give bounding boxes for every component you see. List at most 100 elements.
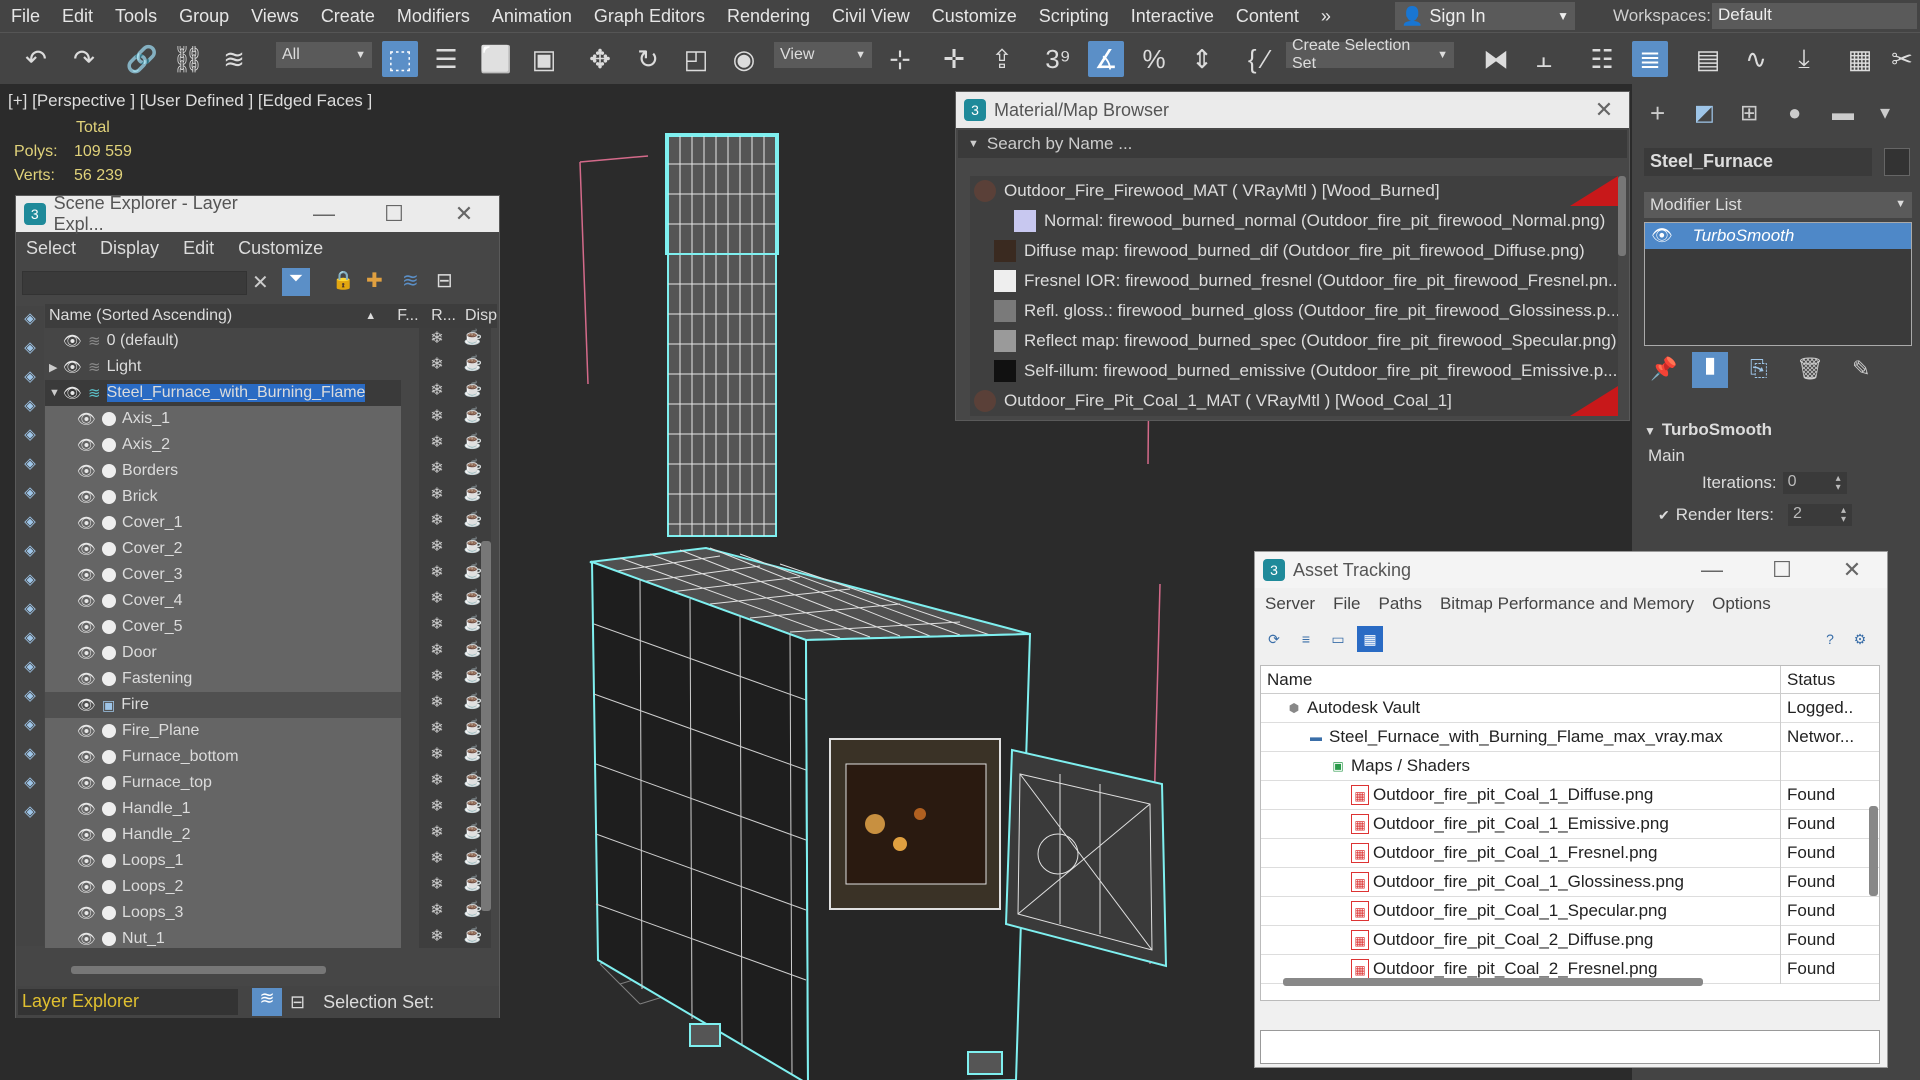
motion-tab-icon[interactable]: ● (1788, 100, 1801, 126)
material-browser-titlebar[interactable]: 3 Material/Map Browser ✕ (956, 92, 1629, 128)
helper-filter-icon[interactable]: ◈ (18, 425, 42, 451)
freeze-toggle-icon[interactable]: ❄ (419, 406, 455, 432)
rotate-icon[interactable]: ↻ (630, 41, 666, 77)
freeze-toggle-icon[interactable]: ❄ (419, 874, 455, 900)
close-icon[interactable]: ✕ (1579, 97, 1629, 123)
render-toggle-icon[interactable]: ☕ (455, 432, 491, 458)
select-object-icon[interactable]: ⬚ (382, 41, 418, 77)
lock-icon[interactable]: 🔒 (332, 270, 354, 291)
snaps-toggle-icon[interactable]: 3⁹ (1040, 41, 1076, 77)
edit-named-selection-icon[interactable]: { ⁄ (1240, 41, 1276, 77)
menu-more-icon[interactable]: » (1310, 6, 1342, 27)
asset-menu-paths[interactable]: Paths (1378, 594, 1421, 614)
freeze-toggle-icon[interactable]: ❄ (419, 484, 455, 510)
render-iters-checkbox[interactable]: ✔ (1658, 507, 1670, 524)
object-name-field[interactable]: Steel_Furnace (1644, 148, 1872, 176)
table-row[interactable]: ▦ Outdoor_fire_pit_Coal_1_Diffuse.png Foun… (1261, 780, 1879, 810)
geometry-filter-icon[interactable]: ◈ (18, 338, 42, 364)
table-row[interactable]: 👁 Axis_1 ❄ ☕ (45, 406, 497, 432)
rectangular-selection-icon[interactable]: ⬜ (478, 41, 514, 77)
menu-modifiers[interactable]: Modifiers (386, 6, 481, 27)
pivot-center-icon[interactable]: ⊹ (882, 41, 918, 77)
scene-explorer-hscrollbar[interactable] (71, 966, 326, 974)
funnel-icon[interactable]: ◈ (18, 744, 42, 770)
eye-icon[interactable]: 👁 (77, 800, 96, 818)
bone-filter-icon[interactable]: ◈ (18, 541, 42, 567)
selection-filter-dropdown[interactable]: All ▼ (276, 42, 372, 68)
viewport-label[interactable]: [+] [Perspective ] [User Defined ] [Edge… (8, 91, 372, 111)
select-manipulate-icon[interactable]: ✛ (936, 41, 972, 77)
menu-civil-view[interactable]: Civil View (821, 6, 921, 27)
table-row[interactable]: 👁 ▣ Fire ❄ ☕ (45, 692, 497, 718)
thumbnail-view-icon[interactable]: ▭ (1325, 626, 1351, 652)
refresh-icon[interactable]: ⟳ (1261, 626, 1287, 652)
eye-icon[interactable]: 👁 (77, 748, 96, 766)
group-filter-icon[interactable]: ◈ (18, 483, 42, 509)
freeze-toggle-icon[interactable]: ❄ (419, 328, 455, 354)
maximize-icon[interactable]: ☐ (359, 201, 429, 227)
table-row[interactable]: ▬ Steel_Furnace_with_Burning_Flame_max_vr… (1261, 722, 1879, 752)
angle-snap-icon[interactable]: ∡ (1088, 41, 1124, 77)
eye-icon[interactable]: 👁 (77, 852, 96, 870)
freeze-toggle-icon[interactable]: ❄ (419, 770, 455, 796)
toggle-ribbon-icon[interactable]: ▤ (1690, 41, 1726, 77)
menu-rendering[interactable]: Rendering (716, 6, 821, 27)
table-row[interactable]: 👁 Furnace_bottom ❄ ☕ (45, 744, 497, 770)
scene-explorer-titlebar[interactable]: 3 Scene Explorer - Layer Expl... — ☐ ✕ (16, 193, 499, 234)
nest-layer-icon[interactable]: ⊟ (436, 268, 453, 293)
collapse-arrow-icon[interactable]: ▶ (49, 361, 63, 374)
workspaces-dropdown[interactable]: Default (1712, 3, 1917, 29)
material-list-scrollbar[interactable] (1618, 176, 1626, 256)
grid-icon[interactable]: ◈ (18, 802, 42, 828)
material-row[interactable]: Self-illum: firewood_burned_emissive (Ou… (970, 356, 1618, 386)
table-row[interactable]: 👁 Loops_3 ❄ ☕ (45, 900, 497, 926)
freeze-toggle-icon[interactable]: ❄ (419, 380, 455, 406)
close-icon[interactable]: ✕ (1817, 557, 1887, 583)
table-row[interactable]: 👁 ≋ 0 (default) ❄ ☕ (45, 328, 497, 354)
menu-customize[interactable]: Customize (921, 6, 1028, 27)
curve-editor-icon[interactable]: ∿ (1738, 41, 1774, 77)
render-toggle-icon[interactable]: ☕ (455, 406, 491, 432)
freeze-toggle-icon[interactable]: ❄ (419, 692, 455, 718)
freeze-toggle-icon[interactable]: ❄ (419, 796, 455, 822)
eye-icon[interactable]: 👁 (63, 332, 82, 350)
table-row[interactable]: ▦ Outdoor_fire_pit_Coal_1_Fresnel.png Foun… (1261, 838, 1879, 868)
selection-set-toggle-icon[interactable]: ⊟ (290, 992, 305, 1013)
eye-icon[interactable]: 👁 (77, 540, 96, 558)
menu-graph-editors[interactable]: Graph Editors (583, 6, 716, 27)
table-row[interactable]: 👁 Cover_5 ❄ ☕ (45, 614, 497, 640)
eye-icon[interactable]: 👁 (77, 774, 96, 792)
menu-content[interactable]: Content (1225, 6, 1310, 27)
asset-tracking-titlebar[interactable]: 3 Asset Tracking — ☐ ✕ (1255, 552, 1887, 588)
window-crossing-icon[interactable]: ▣ (526, 41, 562, 77)
eye-icon[interactable]: 👁 (77, 488, 96, 506)
eye-icon[interactable]: 👁 (77, 436, 96, 454)
material-search-field[interactable]: ▼ Search by Name ... (958, 130, 1627, 158)
iterations-spinner[interactable]: 0 (1782, 472, 1847, 494)
table-row[interactable]: ▼ 👁 ≋ Steel_Furnace_with_Burning_Flame ❄ ☕ (45, 380, 497, 406)
rollout-title[interactable]: TurboSmooth (1662, 420, 1772, 439)
menu-tools[interactable]: Tools (104, 6, 168, 27)
se-menu-edit[interactable]: Edit (183, 238, 214, 259)
table-view-icon[interactable]: ▦ (1357, 626, 1383, 652)
make-unique-icon[interactable]: ⎘ (1750, 356, 1768, 382)
hierarchy-tab-icon[interactable]: ⊞ (1740, 100, 1758, 126)
frozen-filter-icon[interactable]: ◈ (18, 599, 42, 625)
freeze-toggle-icon[interactable]: ❄ (419, 458, 455, 484)
show-end-result-icon[interactable]: ▮ (1692, 352, 1728, 388)
scale-icon[interactable]: ◰ (678, 41, 714, 77)
eye-icon[interactable]: 👁 (77, 878, 96, 896)
eye-icon[interactable]: 👁 (77, 930, 96, 948)
asset-table-vscrollbar[interactable] (1869, 806, 1878, 896)
freeze-toggle-icon[interactable]: ❄ (419, 510, 455, 536)
configure-sets-icon[interactable]: ✎ (1852, 356, 1870, 382)
link-icon[interactable]: 🔗 (124, 41, 160, 77)
column-display[interactable]: Disp (465, 307, 497, 325)
display-tab-icon[interactable]: ▬ (1832, 100, 1854, 126)
freeze-toggle-icon[interactable]: ❄ (419, 848, 455, 874)
render-iters-spinner[interactable]: 2 (1788, 504, 1852, 526)
eye-icon[interactable]: 👁 (77, 644, 96, 662)
material-row[interactable]: Normal: firewood_burned_normal (Outdoor_… (970, 206, 1618, 236)
material-row[interactable]: Reflect map: firewood_burned_spec (Outdo… (970, 326, 1618, 356)
table-row[interactable]: 👁 Fastening ❄ ☕ (45, 666, 497, 692)
